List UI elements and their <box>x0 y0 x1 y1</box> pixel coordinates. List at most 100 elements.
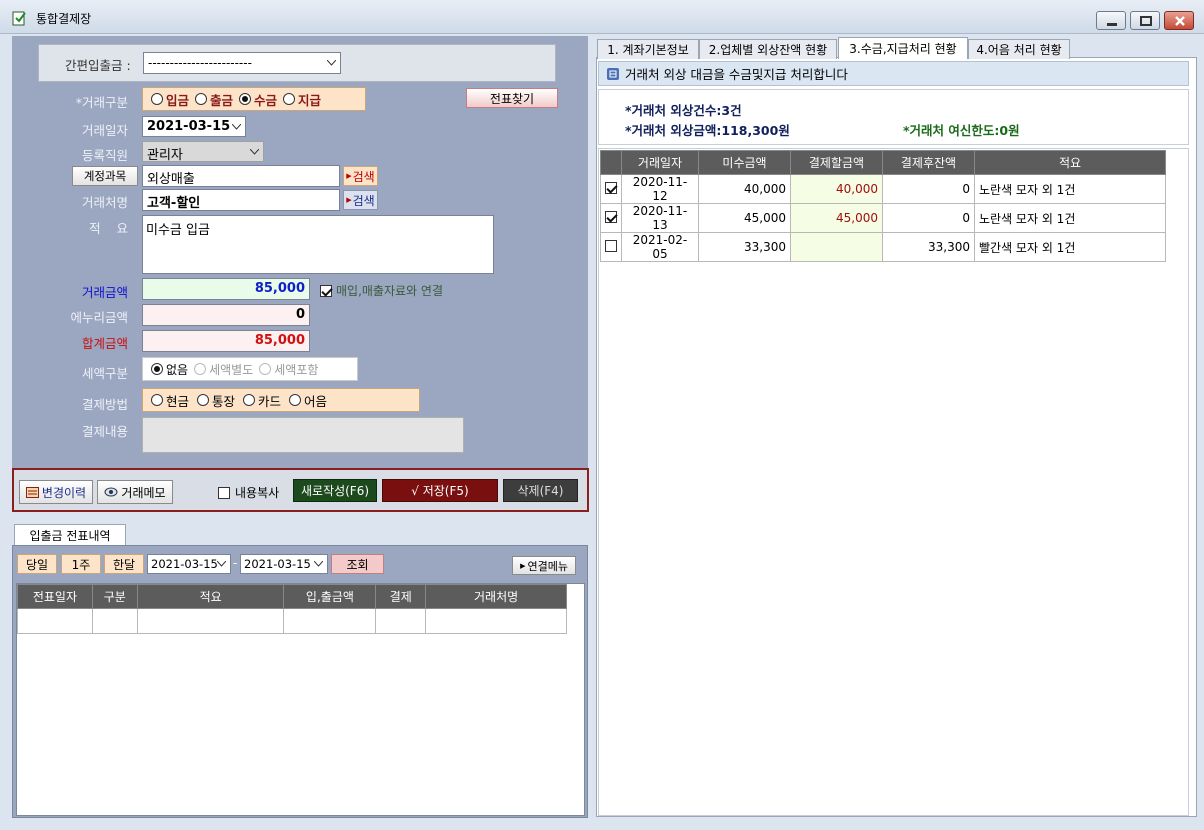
outstanding-count: *거래처 외상건수:3건 <box>625 103 742 118</box>
table-row[interactable]: 2021-02-05 33,300 33,300 빨간색 모자 외 1건 <box>600 232 1166 262</box>
table-row[interactable]: 2020-11-12 40,000 40,000 0 노란색 모자 외 1건 <box>600 174 1166 204</box>
find-voucher-button[interactable]: 전표찾기 <box>466 88 558 108</box>
payment-radio-cash[interactable]: 현금 <box>151 391 189 410</box>
account-field[interactable]: 외상매출 <box>142 165 340 187</box>
col-header[interactable]: 입,출금액 <box>283 584 377 609</box>
eye-icon <box>104 487 118 497</box>
radio-label: 출금 <box>210 92 234 108</box>
history-icon <box>25 486 39 498</box>
cell-unpaid: 45,000 <box>698 203 791 233</box>
cell-pay[interactable] <box>790 232 883 262</box>
type-radio-collect[interactable]: 수금 <box>239 90 277 109</box>
col-header[interactable]: 거래일자 <box>621 150 699 175</box>
type-radio-pay[interactable]: 지급 <box>283 90 321 109</box>
tab-account-info[interactable]: 1. 계좌기본정보 <box>597 39 699 59</box>
cell-date: 2020-11-13 <box>621 203 699 233</box>
query-button[interactable]: 조회 <box>331 554 384 574</box>
chevron-down-icon <box>250 148 259 155</box>
app-icon <box>12 11 26 26</box>
history-button[interactable]: 변경이력 <box>19 480 93 504</box>
cell-pay[interactable]: 40,000 <box>790 174 883 204</box>
account-button[interactable]: 계정과목 <box>72 166 138 186</box>
col-header[interactable]: 전표일자 <box>17 584 93 609</box>
minimize-button[interactable] <box>1096 11 1126 30</box>
col-header[interactable]: 결제할금액 <box>790 150 883 175</box>
partner-search-button[interactable]: ▶ 검색 <box>343 190 378 210</box>
link-sales-checkbox[interactable]: 매입,매출자료와 연결 <box>320 282 443 299</box>
col-header[interactable]: 결제후잔액 <box>882 150 975 175</box>
copy-checkbox[interactable]: 내용복사 <box>218 484 279 501</box>
col-header-select[interactable] <box>600 150 622 175</box>
row-checkbox[interactable] <box>605 210 617 223</box>
tax-radio-included[interactable]: 세액포함 <box>259 361 318 378</box>
account-search-button[interactable]: ▶ 검색 <box>343 166 378 186</box>
payment-radio-card[interactable]: 카드 <box>243 391 281 410</box>
type-radio-withdraw[interactable]: 출금 <box>195 90 233 109</box>
partner-label: 거래처명 <box>81 195 128 210</box>
tab-collect-pay[interactable]: 3.수금,지급처리 현황 <box>838 37 968 59</box>
tab-note-status[interactable]: 4.어음 처리 현황 <box>968 39 1070 59</box>
cell-memo: 빨간색 모자 외 1건 <box>974 232 1166 262</box>
radio-label: 없음 <box>166 362 189 377</box>
partner-field[interactable]: 고객-할인 <box>142 189 340 211</box>
save-button[interactable]: √ 저장(F5) <box>382 479 498 502</box>
delete-button[interactable]: 삭제(F4) <box>503 479 578 502</box>
tab-voucher-list[interactable]: 입출금 전표내역 <box>14 524 126 546</box>
cell-pay[interactable]: 45,000 <box>790 203 883 233</box>
total-label: 합계금액 <box>81 336 128 351</box>
row-checkbox[interactable] <box>605 181 617 194</box>
rounding-label: 에누리금액 <box>70 310 128 325</box>
col-header[interactable]: 거래처명 <box>425 584 567 609</box>
col-header[interactable]: 적요 <box>136 584 285 609</box>
from-date-picker[interactable]: 2021-03-15 <box>147 554 231 574</box>
radio-label: 통장 <box>212 393 236 409</box>
quick-entry-value: ------------------------ <box>148 56 252 70</box>
memo-textarea[interactable]: 미수금 입금 <box>142 215 494 274</box>
memo-button[interactable]: 거래메모 <box>97 480 173 504</box>
date-range-separator: - <box>233 556 238 570</box>
table-row[interactable]: 2020-11-13 45,000 45,000 0 노란색 모자 외 1건 <box>600 203 1166 233</box>
radio-label: 어음 <box>304 393 328 409</box>
rounding-field[interactable]: 0 <box>142 304 310 326</box>
to-date-picker[interactable]: 2021-03-15 <box>240 554 328 574</box>
checkbox[interactable] <box>218 486 230 499</box>
action-bar: 변경이력 거래메모 내용복사 새로작성(F6) √ 저장(F5) 삭제(F4) <box>12 468 589 512</box>
month-button[interactable]: 한달 <box>104 554 144 574</box>
col-header[interactable]: 구분 <box>91 584 138 609</box>
info-banner: 거래처 외상 대금을 수금및지급 처리합니다 <box>598 61 1189 86</box>
maximize-button[interactable] <box>1130 11 1160 30</box>
week-button[interactable]: 1주 <box>61 554 101 574</box>
quick-entry-box: 간편입출금 : ------------------------ <box>38 44 556 82</box>
payment-radio-note[interactable]: 어음 <box>289 391 327 410</box>
voucher-table: 전표일자 구분 적요 입,출금액 결제 거래처명 <box>17 584 567 634</box>
new-button[interactable]: 새로작성(F6) <box>293 479 377 502</box>
quick-entry-select[interactable]: ------------------------ <box>143 52 341 74</box>
type-radio-deposit[interactable]: 입금 <box>151 90 189 109</box>
from-date-value: 2021-03-15 <box>151 557 218 571</box>
date-picker[interactable]: 2021-03-15 <box>142 116 246 137</box>
outstanding-amount: *거래처 외상금액:118,300원 <box>625 123 790 138</box>
payment-radio-bank[interactable]: 통장 <box>197 391 235 410</box>
tax-label: 세액구분 <box>81 366 128 381</box>
tax-radio-separate[interactable]: 세액별도 <box>194 361 253 378</box>
info-icon <box>607 67 619 80</box>
col-header[interactable]: 결제 <box>375 584 427 609</box>
staff-select[interactable]: 관리자 <box>142 141 264 163</box>
collect-table: 거래일자 미수금액 결제할금액 결제후잔액 적요 2020-11-12 40,0… <box>600 150 1166 262</box>
amount-field[interactable]: 85,000 <box>142 278 310 300</box>
copy-label: 내용복사 <box>235 486 280 500</box>
link-menu-button[interactable]: ▶ 연결메뉴 <box>512 556 576 575</box>
row-checkbox[interactable] <box>605 239 617 252</box>
collect-grid: 거래일자 미수금액 결제할금액 결제후잔액 적요 2020-11-12 40,0… <box>598 148 1189 816</box>
today-button[interactable]: 당일 <box>17 554 57 574</box>
tax-radio-none[interactable]: 없음 <box>151 361 188 378</box>
close-button[interactable] <box>1164 11 1194 30</box>
tab-partner-balance[interactable]: 2.업체별 외상잔액 현황 <box>699 39 837 59</box>
summary-box: *거래처 외상건수:3건 *거래처 외상금액:118,300원 *거래처 여신한… <box>598 89 1189 145</box>
col-header[interactable]: 적요 <box>974 150 1166 175</box>
checkbox[interactable] <box>320 284 332 297</box>
col-header[interactable]: 미수금액 <box>698 150 791 175</box>
table-row[interactable] <box>17 608 567 634</box>
triangle-right-icon: ▶ <box>346 172 352 180</box>
total-field: 85,000 <box>142 330 310 352</box>
